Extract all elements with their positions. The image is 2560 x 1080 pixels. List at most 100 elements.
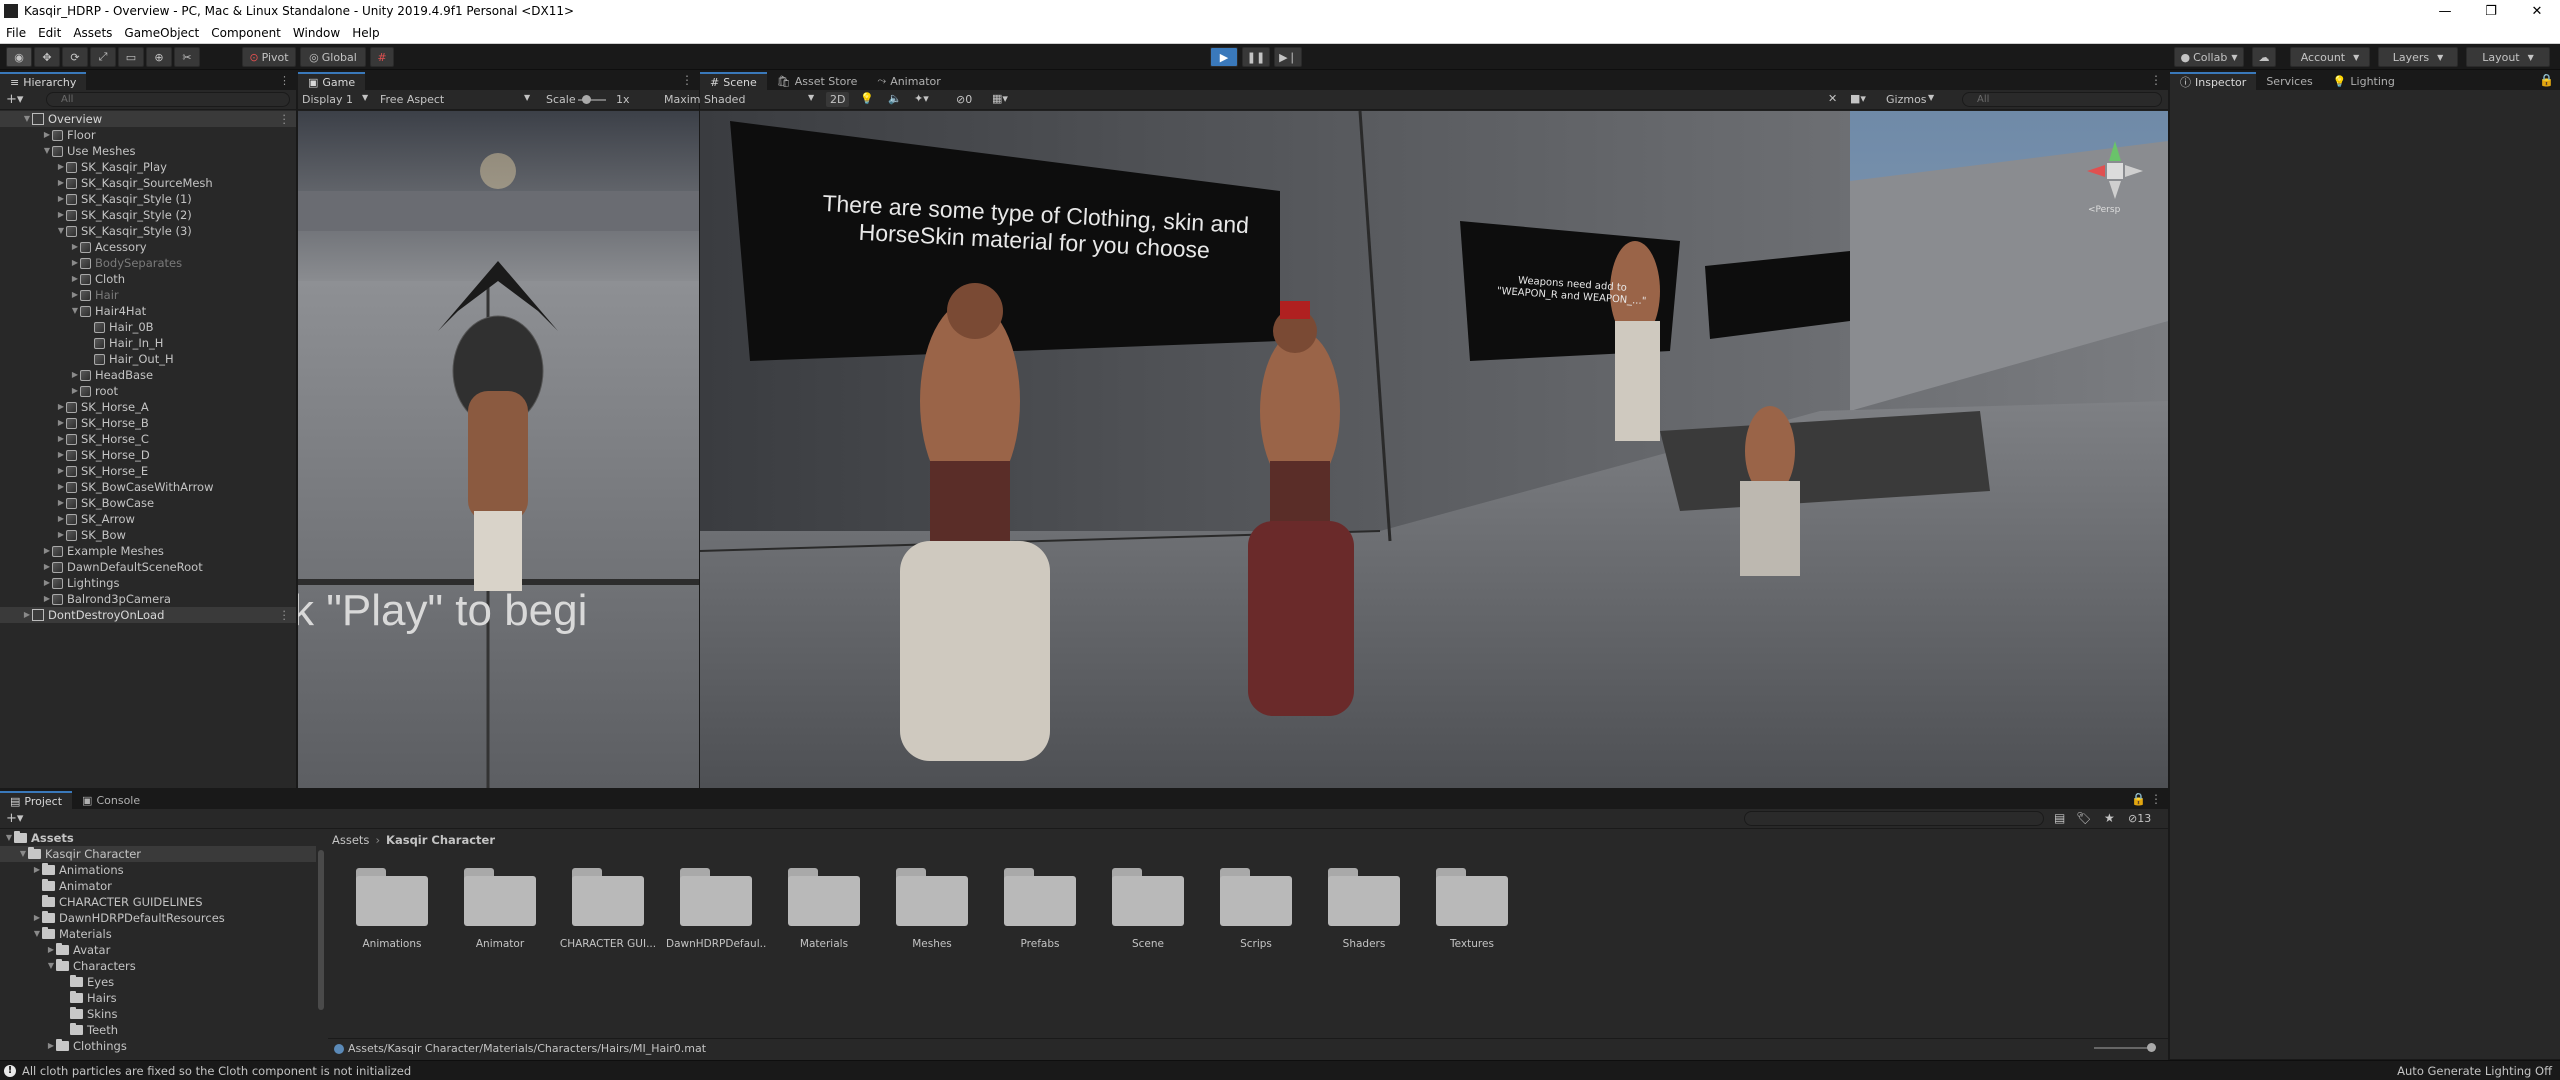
folder-icon[interactable] bbox=[356, 868, 428, 926]
collapsed-arrow-icon[interactable]: ▶ bbox=[56, 431, 66, 447]
close-icon[interactable]: ✕ bbox=[2514, 4, 2560, 19]
aspect-dropdown[interactable]: Free Aspect bbox=[380, 93, 444, 106]
scene-search-input[interactable]: All bbox=[1962, 92, 2162, 107]
folder-icon[interactable] bbox=[788, 868, 860, 926]
hierarchy-item[interactable]: ▶ Hair bbox=[0, 287, 296, 303]
perspective-label[interactable]: <Persp bbox=[2088, 205, 2120, 215]
project-folder-item[interactable]: Skins bbox=[0, 1006, 316, 1022]
collapsed-arrow-icon[interactable]: ▶ bbox=[56, 399, 66, 415]
collapsed-arrow-icon[interactable]: ▶ bbox=[42, 127, 52, 143]
collapsed-arrow-icon[interactable]: ▶ bbox=[42, 575, 52, 591]
expanded-arrow-icon[interactable]: ▼ bbox=[18, 846, 28, 862]
scale-tool-icon[interactable]: ⤢ bbox=[90, 47, 116, 67]
icon-size-slider-thumb[interactable] bbox=[2147, 1043, 2156, 1052]
tab-scene[interactable]: # Scene bbox=[700, 72, 767, 90]
breadcrumb-assets[interactable]: Assets bbox=[332, 833, 369, 847]
minimize-icon[interactable]: — bbox=[2422, 4, 2468, 19]
folder-icon[interactable] bbox=[1328, 868, 1400, 926]
folder-icon[interactable] bbox=[1112, 868, 1184, 926]
panel-menu-icon[interactable]: ⋮ bbox=[675, 73, 699, 90]
gizmos-dropdown[interactable]: Gizmos bbox=[1886, 93, 1927, 106]
rotate-tool-icon[interactable]: ⟳ bbox=[62, 47, 88, 67]
collapsed-arrow-icon[interactable]: ▶ bbox=[56, 415, 66, 431]
move-tool-icon[interactable]: ✥ bbox=[34, 47, 60, 67]
collapsed-arrow-icon[interactable]: ▶ bbox=[56, 463, 66, 479]
hierarchy-item[interactable]: ▶ SK_BowCase bbox=[0, 495, 296, 511]
collapsed-arrow-icon[interactable]: ▶ bbox=[32, 910, 42, 926]
status-message[interactable]: All cloth particles are fixed so the Clo… bbox=[22, 1064, 411, 1078]
project-folder-item[interactable]: Eyes bbox=[0, 974, 316, 990]
collapsed-arrow-icon[interactable]: ▶ bbox=[70, 367, 80, 383]
project-folder-item[interactable]: Teeth bbox=[0, 1022, 316, 1038]
collapsed-arrow-icon[interactable]: ▶ bbox=[22, 607, 32, 623]
tab-animator[interactable]: ⤳ Animator bbox=[867, 72, 950, 90]
folder-icon[interactable] bbox=[896, 868, 968, 926]
tab-inspector[interactable]: ⓘ Inspector bbox=[2170, 72, 2257, 90]
lighting-toggle-icon[interactable]: 💡 bbox=[860, 92, 874, 105]
hierarchy-item[interactable]: ▶ SK_Horse_C bbox=[0, 431, 296, 447]
project-folder-item[interactable]: ▶ Avatar bbox=[0, 942, 316, 958]
project-folder-item[interactable]: ▶ DawnHDRPDefaultResources bbox=[0, 910, 316, 926]
lock-icon[interactable]: 🔒 bbox=[2533, 73, 2560, 90]
collapsed-arrow-icon[interactable]: ▶ bbox=[42, 591, 52, 607]
hidden-packages-count[interactable]: ⊘13 bbox=[2128, 812, 2151, 825]
expanded-arrow-icon[interactable]: ▼ bbox=[70, 303, 80, 319]
scene-viewport[interactable]: There are some type of Clothing, skin an… bbox=[700, 111, 2168, 788]
collapsed-arrow-icon[interactable]: ▶ bbox=[56, 191, 66, 207]
auto-lighting-status[interactable]: Auto Generate Lighting Off bbox=[2397, 1064, 2552, 1078]
expanded-arrow-icon[interactable]: ▼ bbox=[46, 958, 56, 974]
hierarchy-item[interactable]: Hair_In_H bbox=[0, 335, 296, 351]
hierarchy-item[interactable]: ▼ Overview ⋮ bbox=[0, 111, 296, 127]
folder-label[interactable]: Materials bbox=[774, 938, 874, 950]
create-plus-icon[interactable]: +▾ bbox=[6, 811, 23, 826]
view-tool-icon[interactable]: ◉ bbox=[6, 47, 32, 67]
folder-label[interactable]: Scene bbox=[1098, 938, 1198, 950]
hierarchy-item[interactable]: ▶ root bbox=[0, 383, 296, 399]
menu-help[interactable]: Help bbox=[346, 26, 385, 40]
hierarchy-item[interactable]: ▶ SK_Arrow bbox=[0, 511, 296, 527]
lock-icon[interactable]: 🔒 ⋮ bbox=[2125, 792, 2168, 809]
tab-console[interactable]: ▣ Console bbox=[72, 791, 150, 809]
layers-dropdown[interactable]: Layers ▼ bbox=[2378, 47, 2458, 67]
scene-menu-icon[interactable]: ⋮ bbox=[279, 607, 291, 623]
tab-hierarchy[interactable]: ≡ Hierarchy bbox=[0, 72, 87, 90]
hierarchy-item[interactable]: ▶ SK_Kasqir_SourceMesh bbox=[0, 175, 296, 191]
collapsed-arrow-icon[interactable]: ▶ bbox=[70, 383, 80, 399]
account-dropdown[interactable]: Account ▼ bbox=[2290, 47, 2370, 67]
folder-icon[interactable] bbox=[464, 868, 536, 926]
rect-tool-icon[interactable]: ▭ bbox=[118, 47, 144, 67]
collapsed-arrow-icon[interactable]: ▶ bbox=[70, 239, 80, 255]
folder-icon[interactable] bbox=[680, 868, 752, 926]
project-folder-item[interactable]: ▼ Assets bbox=[0, 830, 316, 846]
display-dropdown[interactable]: Display 1 bbox=[302, 93, 353, 106]
menu-gameobject[interactable]: GameObject bbox=[118, 26, 205, 40]
hierarchy-item[interactable]: ▼ SK_Kasqir_Style (3) bbox=[0, 223, 296, 239]
hierarchy-item[interactable]: ▶ SK_BowCaseWithArrow bbox=[0, 479, 296, 495]
hierarchy-item[interactable]: ▶ Example Meshes bbox=[0, 543, 296, 559]
project-folder-item[interactable]: CHARACTER GUIDELINES bbox=[0, 894, 316, 910]
project-tree-scrollbar[interactable] bbox=[318, 850, 324, 1010]
project-folder-item[interactable]: ▼ Kasqir Character bbox=[0, 846, 316, 862]
shading-mode-dropdown[interactable]: Shaded bbox=[704, 93, 745, 106]
project-folder-item[interactable]: Animator bbox=[0, 878, 316, 894]
project-folder-item[interactable]: ▶ Animations bbox=[0, 862, 316, 878]
hierarchy-item[interactable]: ▶ SK_Horse_E bbox=[0, 463, 296, 479]
hierarchy-item[interactable]: ▶ SK_Horse_D bbox=[0, 447, 296, 463]
collapsed-arrow-icon[interactable]: ▶ bbox=[42, 559, 52, 575]
tools-icon[interactable]: ✕ bbox=[1828, 92, 1837, 105]
collab-dropdown[interactable]: ● Collab ▼ bbox=[2174, 47, 2244, 67]
tab-game[interactable]: ▣ Game bbox=[298, 72, 366, 90]
collapsed-arrow-icon[interactable]: ▶ bbox=[56, 207, 66, 223]
panel-menu-icon[interactable]: ⋮ bbox=[273, 74, 296, 90]
hierarchy-item[interactable]: ▶ DawnDefaultSceneRoot bbox=[0, 559, 296, 575]
pivot-toggle[interactable]: ⊙ Pivot bbox=[242, 47, 296, 67]
tab-asset-store[interactable]: 🛍 Asset Store bbox=[767, 72, 868, 90]
folder-icon[interactable] bbox=[1220, 868, 1292, 926]
breadcrumb-kasqir[interactable]: Kasqir Character bbox=[386, 833, 495, 847]
hidden-objects-toggle[interactable]: ⊘0 bbox=[956, 93, 972, 106]
cloud-icon[interactable]: ☁ bbox=[2252, 47, 2276, 67]
hierarchy-item[interactable]: ▶ SK_Horse_B bbox=[0, 415, 296, 431]
menu-assets[interactable]: Assets bbox=[67, 26, 118, 40]
expanded-arrow-icon[interactable]: ▼ bbox=[32, 926, 42, 942]
expanded-arrow-icon[interactable]: ▼ bbox=[42, 143, 52, 159]
